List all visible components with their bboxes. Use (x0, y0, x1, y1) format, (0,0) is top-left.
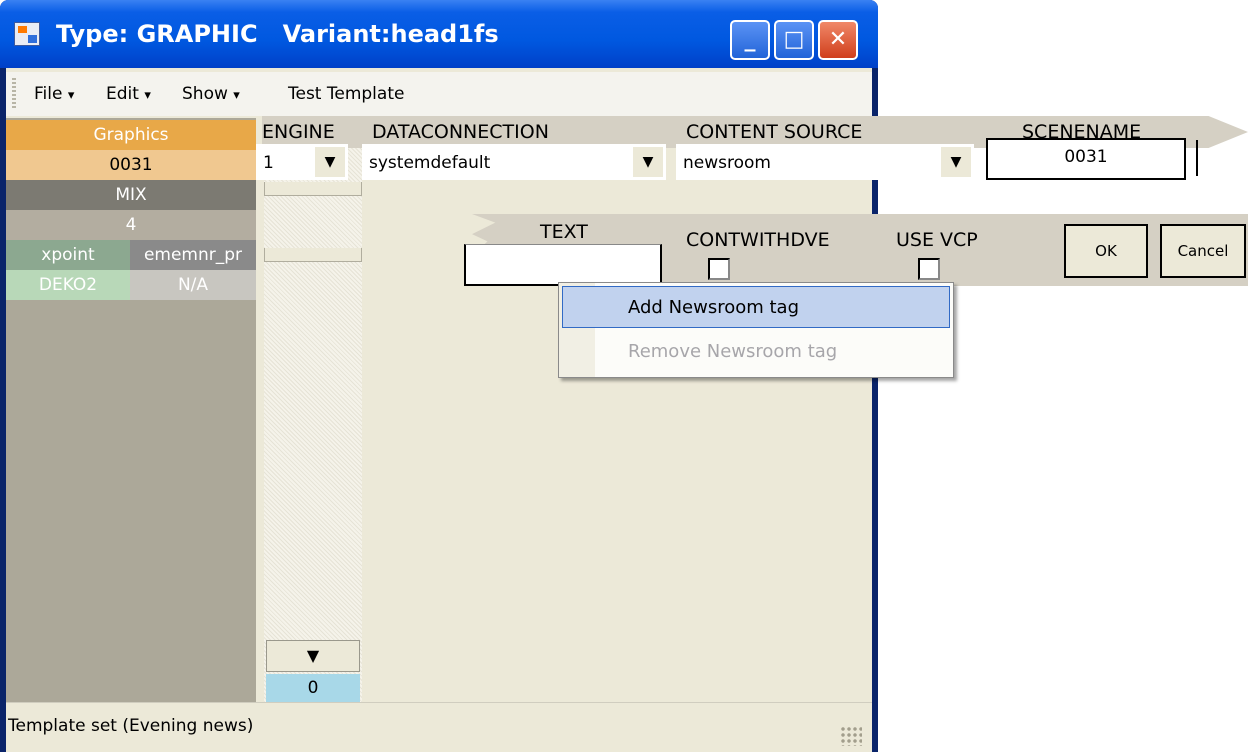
resize-grip-icon[interactable] (840, 726, 862, 746)
toolbar-grip-icon[interactable] (12, 78, 16, 110)
scroll-thumb[interactable] (264, 248, 362, 262)
ok-button[interactable]: OK (1064, 224, 1148, 278)
engine-dropdown[interactable]: 1 ▼ (256, 144, 348, 180)
content-source-value: newsroom (683, 153, 771, 173)
scroll-track[interactable] (264, 118, 362, 702)
divider (1196, 140, 1198, 176)
scroll-down-button[interactable]: ▼ (266, 640, 360, 672)
text-input[interactable] (464, 244, 662, 286)
contwithdve-label: CONTWITHDVE (686, 229, 830, 251)
menu-edit[interactable]: Edit ▾ (106, 80, 151, 108)
mix-value[interactable]: 4 (6, 210, 256, 240)
graphics-number[interactable]: 0031 (6, 150, 256, 180)
engine-value: 1 (263, 153, 274, 173)
menu-item-add-newsroom-tag-label: Add Newsroom tag (628, 297, 800, 318)
chevron-down-icon: ▾ (67, 88, 75, 103)
chevron-down-icon: ▾ (144, 88, 151, 103)
maximize-button[interactable]: □ (774, 20, 814, 60)
dataconnection-label: DATACONNECTION (372, 121, 549, 143)
graphics-header[interactable]: Graphics (6, 120, 256, 150)
arrow-down-icon: ▼ (306, 646, 320, 665)
content-source-label: CONTENT SOURCE (686, 121, 863, 143)
dataconnection-value: systemdefault (369, 153, 491, 173)
window-title: Type: GRAPHIC Variant:head1fs (56, 20, 499, 48)
scroll-thumb-top[interactable] (264, 182, 362, 196)
cancel-button[interactable]: Cancel (1160, 224, 1246, 278)
deko-value[interactable]: DEKO2 (6, 270, 130, 300)
status-text: Template set (Evening news) (8, 716, 254, 736)
chevron-down-icon[interactable]: ▼ (633, 147, 663, 177)
engine-label: ENGINE (262, 121, 335, 143)
minimize-button[interactable]: _ (730, 20, 770, 60)
use-vcp-label: USE VCP (896, 229, 978, 251)
close-button[interactable]: ✕ (818, 20, 858, 60)
scroll-count: 0 (266, 674, 360, 702)
use-vcp-checkbox[interactable] (918, 258, 940, 280)
menu-show[interactable]: Show ▾ (182, 80, 240, 108)
menu-test-template-label: Test Template (288, 84, 405, 104)
menu-file[interactable]: File ▾ (34, 80, 74, 108)
menu-file-label: File (34, 84, 63, 104)
app-icon[interactable] (14, 22, 40, 46)
mix-label[interactable]: MIX (6, 180, 256, 210)
chevron-down-icon: ▾ (233, 88, 240, 103)
menu-show-label: Show (182, 84, 228, 104)
scenename-field[interactable]: 0031 (986, 138, 1186, 180)
text-label: TEXT (540, 221, 588, 243)
content-source-dropdown[interactable]: newsroom ▼ (676, 144, 974, 180)
contwithdve-checkbox[interactable] (708, 258, 730, 280)
na-value[interactable]: N/A (130, 270, 256, 300)
menu-edit-label: Edit (106, 84, 139, 104)
dataconnection-dropdown[interactable]: systemdefault ▼ (362, 144, 666, 180)
menu-item-remove-newsroom-tag[interactable]: Remove Newsroom tag (628, 332, 837, 372)
chevron-down-icon[interactable]: ▼ (941, 147, 971, 177)
xpoint-label[interactable]: xpoint (6, 240, 130, 270)
ememnr-label[interactable]: ememnr_pr (130, 240, 256, 270)
chevron-down-icon[interactable]: ▼ (315, 147, 345, 177)
menu-test-template[interactable]: Test Template (288, 80, 404, 108)
